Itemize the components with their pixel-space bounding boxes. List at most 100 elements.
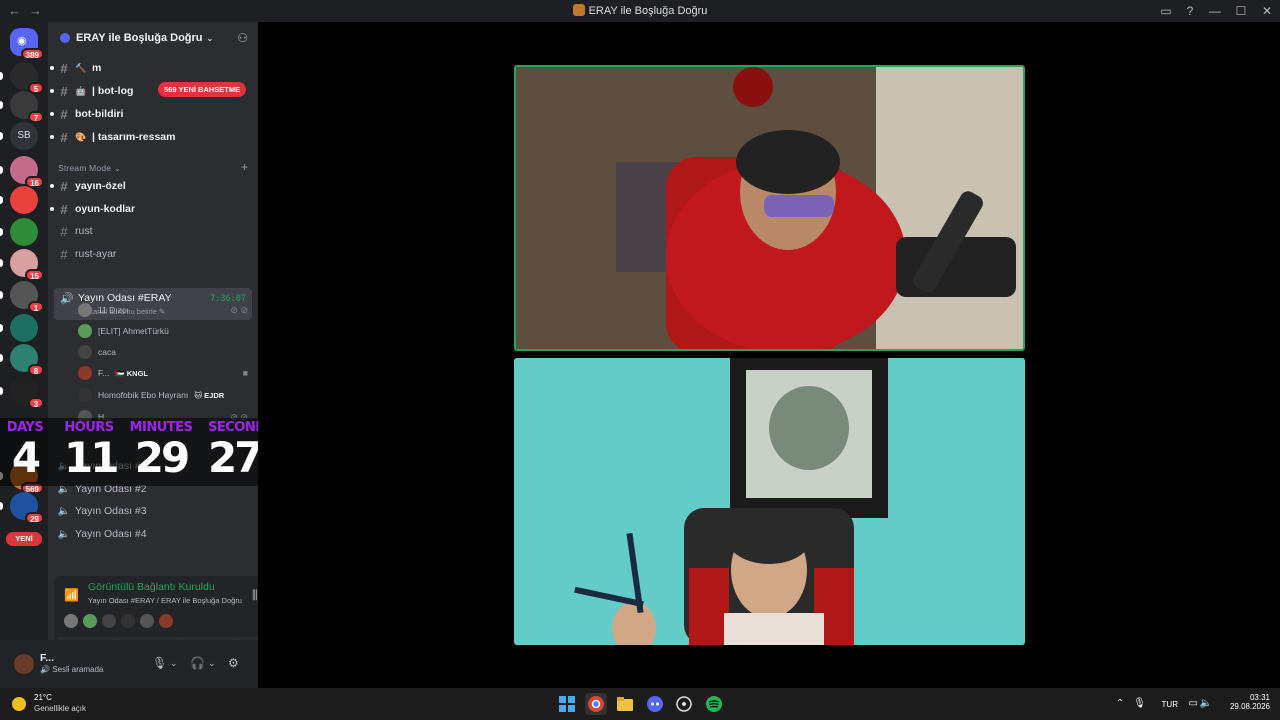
unread-pill bbox=[0, 291, 3, 299]
hours-value: 11 bbox=[64, 433, 119, 482]
speaker-icon: 🔊 bbox=[60, 293, 74, 305]
days-value: 4 bbox=[11, 433, 41, 482]
video-tile[interactable] bbox=[514, 358, 1025, 645]
home-button[interactable]: ◉ 389 bbox=[10, 28, 44, 60]
hashtag-icon: # bbox=[60, 106, 68, 122]
video-tile-speaking[interactable] bbox=[514, 65, 1025, 351]
avatar bbox=[78, 366, 92, 380]
server-icon[interactable] bbox=[0, 186, 38, 214]
avatar[interactable] bbox=[14, 654, 34, 674]
app-icon[interactable] bbox=[673, 693, 695, 715]
unread-pill bbox=[0, 228, 3, 236]
server-icon[interactable] bbox=[0, 218, 38, 246]
microphone-icon[interactable]: 🎙 bbox=[1133, 698, 1146, 709]
voice-channel[interactable]: 🔈 Yayın Odası #4 bbox=[56, 524, 252, 544]
forward-arrow-icon[interactable]: → bbox=[29, 3, 50, 18]
network-icon[interactable]: ▭ bbox=[1189, 698, 1198, 709]
server-icon[interactable]: 29 bbox=[0, 492, 44, 524]
noise-suppression-icon[interactable]: ⫼ bbox=[252, 588, 258, 603]
home-badge: 389 bbox=[20, 48, 44, 60]
chrome-icon[interactable] bbox=[585, 693, 607, 715]
connection-status: Görüntülü Bağlantı Kuruldu bbox=[88, 581, 215, 593]
participant-avatar[interactable] bbox=[121, 614, 135, 628]
maximize-button[interactable]: ☐ bbox=[1228, 4, 1254, 18]
participant-avatar[interactable] bbox=[83, 614, 97, 628]
text-channel[interactable]: # yayın-özel bbox=[50, 176, 252, 196]
muted-deafened-icon: ⊘ ⊘ bbox=[230, 304, 248, 315]
unread-pill bbox=[0, 101, 3, 109]
text-channel[interactable]: # rust bbox=[56, 221, 252, 241]
server-icon[interactable]: SB bbox=[0, 122, 38, 150]
webcam-feed-2 bbox=[514, 358, 1025, 645]
weather-condition: Genellikle açık bbox=[34, 704, 87, 713]
voice-channel[interactable]: 🔈 Yayın Odası #3 bbox=[56, 501, 252, 521]
language-indicator[interactable]: TUR bbox=[1162, 700, 1178, 709]
server-icon[interactable] bbox=[0, 314, 38, 342]
minimize-button[interactable]: — bbox=[1202, 4, 1228, 18]
server-icon[interactable]: 1 bbox=[0, 281, 44, 313]
window-title: ERAY ile Boşluğa Doğru bbox=[0, 4, 1280, 17]
new-mentions-pill[interactable]: 569 YENİ BAHSETME bbox=[158, 82, 247, 97]
avatar bbox=[78, 388, 92, 402]
avatar bbox=[78, 345, 92, 359]
text-channel[interactable]: # bot-bildiri bbox=[50, 104, 252, 124]
unread-pill bbox=[0, 259, 3, 267]
text-channel[interactable]: # 🎨 | tasarım-ressam bbox=[50, 127, 252, 147]
participant-name: Homofobik Ebo Hayranı bbox=[98, 390, 189, 400]
invite-people-icon[interactable]: ⚇ bbox=[237, 31, 248, 45]
participant-avatar[interactable] bbox=[159, 614, 173, 628]
server-icon[interactable]: 16 bbox=[0, 156, 44, 188]
server-icon[interactable]: 8 bbox=[0, 344, 44, 376]
inbox-icon[interactable]: ▭ bbox=[1154, 4, 1178, 18]
participant-avatar[interactable] bbox=[140, 614, 154, 628]
unread-dot bbox=[50, 89, 54, 93]
text-channel[interactable]: # rust-ayar bbox=[56, 244, 252, 264]
new-servers-pill[interactable]: YENİ bbox=[6, 532, 42, 546]
speaker-icon: 🔈 bbox=[57, 528, 71, 540]
chevron-down-icon[interactable]: ⌄ bbox=[208, 658, 216, 669]
create-channel-icon[interactable]: + bbox=[241, 160, 248, 174]
start-menu-icon[interactable] bbox=[556, 693, 578, 715]
voice-participant[interactable]: caca bbox=[78, 343, 252, 361]
close-button[interactable]: ✕ bbox=[1254, 4, 1280, 18]
chevron-down-icon[interactable]: ⌄ bbox=[170, 658, 178, 669]
text-channel[interactable]: # oyun-kodlar bbox=[50, 199, 252, 219]
back-arrow-icon[interactable]: ← bbox=[8, 3, 29, 18]
file-explorer-icon[interactable] bbox=[614, 693, 636, 715]
voice-participant[interactable]: F... 🇵🇸 KNGL ■ bbox=[78, 364, 252, 382]
signal-icon[interactable]: 📶 bbox=[64, 588, 79, 602]
server-icon[interactable]: 3 bbox=[0, 377, 44, 409]
server-icon[interactable]: 5 bbox=[0, 62, 44, 94]
server-icon[interactable]: 7 bbox=[0, 91, 44, 123]
user-panel: F... 🔊 Sesli aramada 🎙 ⌄ 🎧 ⌄ ⚙ bbox=[0, 640, 258, 688]
unread-dot bbox=[50, 112, 54, 116]
category-stream-mode[interactable]: Stream Mode ⌄ bbox=[58, 163, 121, 174]
avatar bbox=[78, 303, 92, 317]
user-status: 🔊 Sesli aramada bbox=[40, 665, 103, 674]
voice-participant[interactable]: Homofobik Ebo Hayranı 🐱 EJDR bbox=[78, 386, 252, 404]
countdown-days: DAYS 4 bbox=[6, 420, 44, 481]
discord-icon[interactable] bbox=[644, 693, 666, 715]
text-channel[interactable]: # 🔨 m bbox=[50, 58, 252, 78]
spotify-icon[interactable] bbox=[703, 693, 725, 715]
server-icon[interactable]: 15 bbox=[0, 249, 44, 281]
discord-logo-icon: ◉ bbox=[17, 35, 27, 47]
channel-name: Yayın Odası #4 bbox=[75, 528, 147, 540]
hashtag-icon: # bbox=[60, 83, 68, 99]
headphones-icon[interactable]: 🎧 bbox=[190, 656, 205, 670]
participant-avatar[interactable] bbox=[64, 614, 78, 628]
chevron-down-icon: ⌄ bbox=[206, 33, 214, 43]
microphone-icon[interactable]: 🎙 bbox=[152, 656, 167, 670]
chevron-up-icon[interactable]: ⌃ bbox=[1116, 698, 1124, 709]
server-initials: SB bbox=[17, 130, 31, 141]
guild-header[interactable]: ERAY ile Boşluğa Doğru ⌄ ⚇ bbox=[48, 22, 258, 54]
mention-badge: 1 bbox=[28, 301, 44, 313]
voice-participant[interactable]: [ELIT] AhmetTürkü bbox=[78, 322, 252, 340]
unread-dot bbox=[50, 207, 54, 211]
participant-avatar[interactable] bbox=[102, 614, 116, 628]
help-icon[interactable]: ? bbox=[1178, 4, 1202, 18]
settings-gear-icon[interactable]: ⚙ bbox=[228, 656, 239, 670]
unread-pill bbox=[0, 502, 3, 510]
clock[interactable]: 03:31 29.08.2026 bbox=[1210, 693, 1270, 711]
voice-participant[interactable]: 11 Dızcı ⊘ ⊘ bbox=[78, 301, 252, 319]
